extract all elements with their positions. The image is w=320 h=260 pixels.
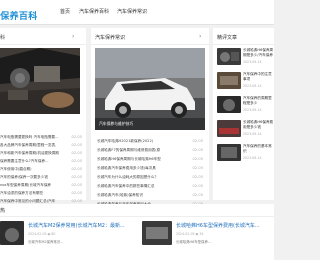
list-item-title: 长城汽车为什么油耗大的原因是什么？: [97, 175, 159, 179]
logo-text: 车保养百科: [0, 12, 38, 20]
divider: [91, 44, 209, 45]
list-item-title: 长城哈弗汽车保养中的那些事情汇总: [97, 184, 155, 188]
list-item-title: 长城哈弗F7的保养周期与维修费用表(原: [97, 148, 161, 152]
list-item[interactable]: nox车型保养周期(长城汽车保养 02-05: [0, 183, 82, 188]
list-item[interactable]: 各大品牌汽车保养周期/里程一览表, 02-05: [0, 143, 82, 148]
list-item-title: 汽车油漆的保养方法有哪些: [0, 191, 44, 195]
list-item[interactable]: 汽车电瓶需要更换吗 汽车电瓶需要... 02-05: [0, 135, 82, 140]
center-slider-image[interactable]: 汽车保养与维护技巧: [95, 48, 205, 130]
divider: [0, 44, 86, 45]
top-nav-bar: 车保养百科 首页 汽车保养百科 汽车保养常识: [0, 0, 274, 25]
article-date: 2023-09-14: [243, 108, 262, 112]
article-views: 34: [199, 232, 204, 236]
divider: [0, 216, 274, 217]
article-thumbnail: [217, 48, 241, 65]
list-item-date: 02-05: [71, 175, 82, 179]
bottom-section: 热 长城汽车M2保养常用(长城汽车M2：最新... 2024-02-05 ◉ 8…: [0, 204, 274, 260]
slider-dots: [153, 121, 195, 130]
list-item-title: 长城哈弗汽车保养费用多少钱(每次具: [97, 166, 156, 170]
site-logo[interactable]: 车保养百科: [0, 4, 48, 20]
article-thumbnail: [217, 72, 241, 89]
list-item[interactable]: 汽车和新汽车保养周期(机油更换周期 02-05: [0, 151, 82, 156]
list-item[interactable]: 长城哈弗汽车保养中的那些事情汇总 02-05: [97, 184, 203, 189]
article-date: 2023-09-14: [243, 132, 262, 136]
list-item[interactable]: 长城哈弗H6保养周期与长城哈弗H6车型 02-05: [97, 157, 203, 162]
list-item-date: 02-05: [71, 159, 82, 163]
list-item-date: 02-05: [71, 135, 82, 139]
list-item[interactable]: 保养需要注意什么?汽车保养... 02-05: [0, 159, 82, 164]
list-item[interactable]: 长城汽车哈弗H2021款保养(2022) 02-05: [97, 139, 203, 144]
left-panel-more-icon[interactable]: ›: [72, 33, 74, 40]
article-thumbnail: [217, 120, 241, 137]
article-meta: 2024-02-05 ◉ 34: [176, 232, 204, 236]
list-item-title: 汽车的保养/保养一次要多少钱: [0, 175, 48, 179]
center-panel-more-icon[interactable]: ›: [199, 33, 201, 40]
list-item-date: 02-05: [192, 157, 203, 161]
article-title: 汽车保养的基本常识: [243, 144, 272, 153]
list-item[interactable]: 长城汽车为什么油耗大的原因是什么？ 02-05: [97, 175, 203, 180]
article-desc: 长城哈弗H6车型保养...: [176, 240, 212, 244]
article-desc: 长城汽车M2保养常识...: [28, 240, 64, 244]
article-date: 2024-02-05: [176, 232, 195, 236]
list-item-date: 02-05: [192, 139, 203, 143]
article-title: 汽车保养的周期里程是多少: [243, 96, 272, 105]
article-thumbnail: [142, 221, 172, 245]
left-panel: 科 › 汽车电瓶需要更换吗 汽车电瓶需要... 02-05 各大品牌汽车保养周期/…: [0, 28, 86, 211]
center-panel: 汽车保养常识 › 汽车保养与维护技巧 长城汽车哈弗H2021款保养(2022) 0…: [91, 28, 209, 206]
list-item-date: 02-05: [71, 167, 82, 171]
bottom-section-title: 热: [0, 208, 6, 214]
nav-car-maintenance-tips[interactable]: 汽车保养常识: [117, 0, 147, 24]
list-item-title: 汽车使用中(磨合期): [0, 167, 32, 171]
article-thumbnail: [217, 144, 241, 161]
center-panel-title: 汽车保养常识: [95, 35, 126, 41]
right-panel-title: 精评文章: [217, 35, 238, 41]
left-panel-title: 科: [0, 35, 6, 41]
list-item-title: 汽车电瓶需要更换吗 汽车电瓶需要...: [0, 135, 59, 139]
article-date: 2023-09-14: [243, 60, 262, 64]
article-title[interactable]: 长城哈弗H6车型保养费用(长城汽车...: [176, 222, 274, 229]
list-item[interactable]: 汽车使用中(磨合期) 02-05: [0, 167, 82, 172]
list-item-date: 02-05: [192, 148, 203, 152]
nav-car-maintenance-wiki[interactable]: 汽车保养百科: [79, 0, 109, 24]
list-item-date: 02-05: [192, 175, 203, 179]
list-item-title: 长城汽车哈弗H2021款保养(2022): [97, 139, 154, 143]
article-date: 2024-02-05: [28, 232, 47, 236]
list-item-title: nox车型保养周期(长城汽车保养: [0, 183, 52, 187]
right-panel: 精评文章 长城哈弗H6保养周期是多少/汽车保养手册介绍 2023-09-14 汽…: [213, 28, 274, 200]
article-views: 80: [51, 232, 56, 236]
article-title: 汽车保养中的注意事项: [243, 72, 272, 81]
article-title[interactable]: 长城汽车M2保养常用(长城汽车M2：最新...: [28, 222, 128, 229]
list-item-date: 02-05: [192, 193, 203, 197]
divider: [213, 44, 274, 45]
list-item-date: 02-05: [71, 151, 82, 155]
list-item[interactable]: 长城哈弗F7的保养周期与维修费用表(原 02-05: [97, 148, 203, 153]
list-item-title: 长城哈弗H6保养周期与长城哈弗H6车型: [97, 157, 161, 161]
article-title: 长城哈弗H6保养周期是多少/汽车保养手册介绍: [243, 48, 274, 57]
list-item[interactable]: 汽车的保养/保养一次要多少钱 02-05: [0, 175, 82, 180]
list-item-date: 02-05: [192, 166, 203, 170]
article-thumbnail: [0, 221, 24, 245]
nav-home[interactable]: 首页: [60, 0, 70, 24]
list-item[interactable]: 长城哈弗汽车保养费用多少钱(每次具 02-05: [97, 166, 203, 171]
list-item-title: 汽车和新汽车保养周期(机油更换周期: [0, 151, 59, 155]
list-item-date: 02-05: [71, 143, 82, 147]
article-date: 2023-09-14: [243, 84, 262, 88]
list-item[interactable]: 长城哈弗汽车(哈弗)保养知识 02-05: [97, 193, 203, 198]
article-title: 长城哈弗H6保养费用是多少钱: [243, 120, 274, 129]
list-item-date: 02-05: [71, 191, 82, 195]
list-item-title: 保养需要注意什么?汽车保养...: [0, 159, 49, 163]
list-item-title: 各大品牌汽车保养周期/里程一览表,: [0, 143, 57, 147]
article-date: 2023-09-14: [243, 156, 262, 160]
list-item[interactable]: 汽车油漆的保养方法有哪些 02-05: [0, 191, 82, 196]
slider-caption[interactable]: 汽车保养与维护技巧: [99, 121, 133, 127]
article-meta: 2024-02-05 ◉ 80: [28, 232, 56, 236]
left-featured-image[interactable]: [0, 48, 80, 114]
list-item-date: 02-05: [71, 199, 82, 203]
list-item-date: 02-05: [192, 184, 203, 188]
list-item-title: 长城哈弗汽车(哈弗)保养知识: [97, 193, 143, 197]
article-thumbnail: [217, 96, 241, 113]
list-item-date: 02-05: [71, 183, 82, 187]
